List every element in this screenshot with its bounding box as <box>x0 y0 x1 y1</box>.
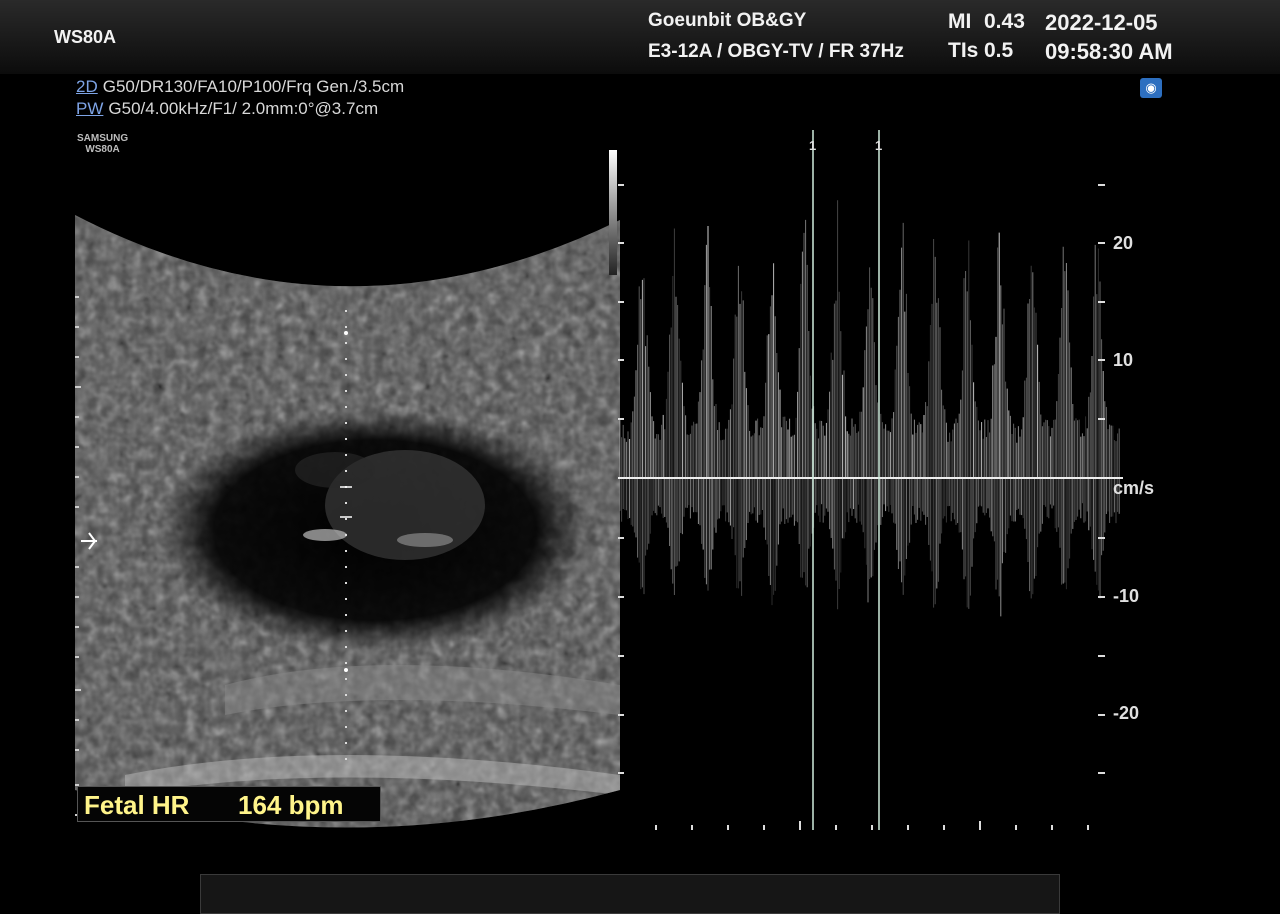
grayscale-bar <box>609 150 617 275</box>
fetal-hr-box: Fetal HR 164 bpm <box>77 786 381 822</box>
mode-2d-tab[interactable]: 2D <box>76 77 98 96</box>
bottom-panel <box>200 874 1060 914</box>
scale-label-neg20: -20 <box>1113 703 1140 723</box>
institution-name: Goeunbit OB&GY <box>648 10 807 31</box>
params-pw: PW G50/4.00kHz/F1/ 2.0mm:0°@3.7cm <box>76 99 378 119</box>
brand-line1: SAMSUNG <box>77 133 129 144</box>
caliper-label-2: 1 <box>875 138 883 153</box>
brand-logo: SAMSUNG WS80A <box>77 133 128 155</box>
probe-icon[interactable]: ◉ <box>1140 78 1162 98</box>
header-bar: WS80A Goeunbit OB&GY E3-12A / OBGY-TV / … <box>0 0 1280 74</box>
fetal-hr-value: 164 bpm <box>238 790 344 820</box>
doppler-spectrum <box>618 125 1138 835</box>
exam-date: 2022-12-05 <box>1045 10 1158 35</box>
exam-time: 09:58:30 AM <box>1045 39 1173 64</box>
mode-pw-tab[interactable]: PW <box>76 99 103 118</box>
velocity-unit: cm/s <box>1113 478 1155 498</box>
scale-label-neg10: -10 <box>1113 586 1140 606</box>
params-2d-text: G50/DR130/FA10/P100/Frq Gen./3.5cm <box>102 77 405 96</box>
scale-label-20: 20 <box>1113 233 1134 253</box>
scale-label-10: 10 <box>1113 350 1134 370</box>
tis-value: 0.5 <box>984 39 1014 62</box>
brand-line2: WS80A <box>85 144 120 155</box>
spectrum-svg <box>618 130 1123 830</box>
params-pw-text: G50/4.00kHz/F1/ 2.0mm:0°@3.7cm <box>108 99 379 118</box>
mi-label: MI <box>948 10 972 33</box>
mi-value: 0.43 <box>984 10 1025 33</box>
tis-label: TIs <box>948 39 979 62</box>
params-2d: 2D G50/DR130/FA10/P100/Frq Gen./3.5cm <box>76 77 404 97</box>
preset-info: E3-12A / OBGY-TV / FR 37Hz <box>648 41 904 62</box>
device-name: WS80A <box>54 27 117 47</box>
caliper-label-1: 1 <box>809 138 817 153</box>
bmode-svg <box>75 215 620 828</box>
fetal-hr-label: Fetal HR <box>84 790 190 820</box>
bmode-image <box>75 215 620 830</box>
